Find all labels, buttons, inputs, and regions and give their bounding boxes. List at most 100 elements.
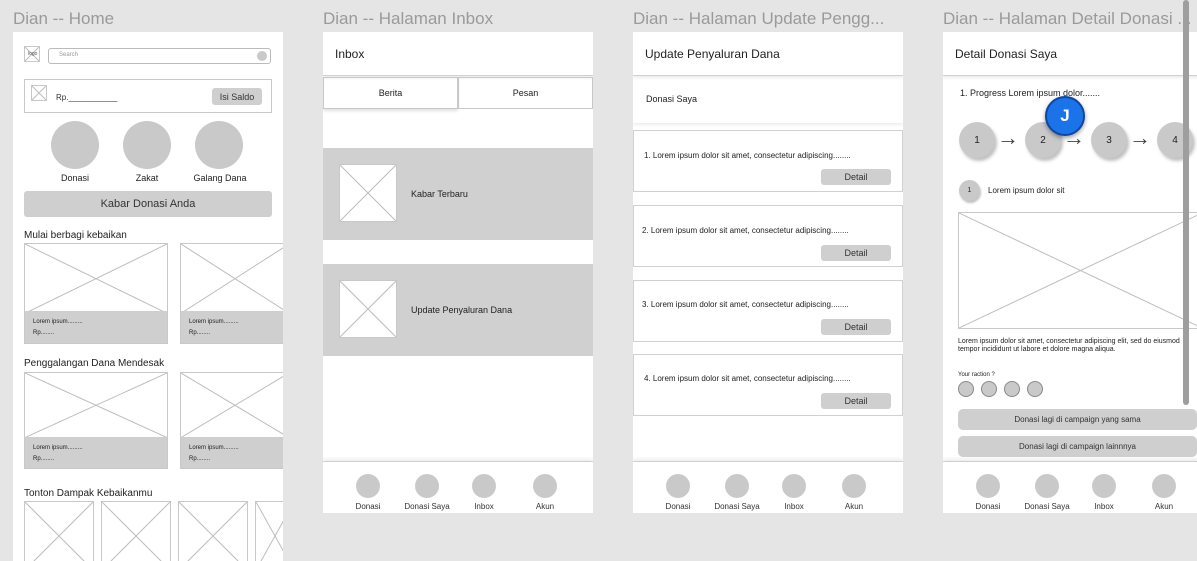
inbox-item-label: Update Penyaluran Dana <box>411 305 513 315</box>
wallet-icon <box>31 85 47 101</box>
progress-step-1: 1 <box>959 122 995 158</box>
nav-donasi-saya-icon <box>1035 474 1059 498</box>
nav-akun[interactable]: Akun <box>515 474 575 511</box>
user-avatar[interactable]: J <box>1045 96 1085 136</box>
news-button[interactable]: Kabar Donasi Anda <box>24 191 272 217</box>
nav-donasi-saya[interactable]: Donasi Saya <box>1017 474 1077 511</box>
nav-akun[interactable]: Akun <box>1134 474 1194 511</box>
bottom-nav: Donasi Donasi Saya Inbox Akun <box>323 461 593 513</box>
detail-button[interactable]: Detail <box>821 393 891 409</box>
video-thumbnail[interactable] <box>255 501 283 561</box>
bottom-nav: Donasi Donasi Saya Inbox Akun <box>943 461 1197 513</box>
nav-inbox[interactable]: Inbox <box>454 474 514 511</box>
video-thumbnail[interactable] <box>24 501 94 561</box>
category-label-zakat: Zakat <box>135 173 159 183</box>
nav-donasi[interactable]: Donasi <box>958 474 1018 511</box>
reaction-option[interactable] <box>1027 381 1043 397</box>
card-price: Rp........ <box>33 330 55 336</box>
nav-label: Donasi Saya <box>1024 502 1070 511</box>
inbox-item-kabar[interactable]: Kabar Terbaru <box>323 148 593 240</box>
reaction-label: Your raction ? <box>958 372 995 378</box>
nav-donasi[interactable]: Donasi <box>338 474 398 511</box>
nav-donasi-saya[interactable]: Donasi Saya <box>707 474 767 511</box>
nav-donasi-saya-icon <box>415 474 439 498</box>
progress-title: 1. Progress Lorem ipsum dolor....... <box>960 88 1101 98</box>
logo-placeholder: logo <box>24 46 40 62</box>
inbox-item-update[interactable]: Update Penyaluran Dana <box>323 264 593 356</box>
search-input[interactable]: Search <box>48 48 271 64</box>
bottom-nav: Donasi Donasi Saya Inbox Akun <box>633 461 903 513</box>
video-thumbnail[interactable] <box>178 501 248 561</box>
video-thumbnail[interactable] <box>101 501 171 561</box>
image-placeholder <box>958 212 1197 329</box>
card-price: Rp........ <box>189 456 211 462</box>
update-subheader: Donasi Saya <box>633 81 903 123</box>
nav-akun[interactable]: Akun <box>824 474 884 511</box>
update-header: Update Penyaluran Dana <box>633 32 903 76</box>
canvas-scrollbar[interactable] <box>1183 0 1189 405</box>
reaction-option[interactable] <box>1004 381 1020 397</box>
update-item: 2. Lorem ipsum dolor sit amet, consectet… <box>633 205 903 267</box>
detail-button[interactable]: Detail <box>821 169 891 185</box>
nav-inbox-icon <box>782 474 806 498</box>
nav-inbox[interactable]: Inbox <box>764 474 824 511</box>
update-item-text: 2. Lorem ipsum dolor sit amet, consectet… <box>642 226 849 235</box>
frame-home: logo Search Rp.___________ Isi Saldo Don… <box>13 32 283 561</box>
category-galang-icon[interactable] <box>195 121 243 169</box>
search-icon[interactable] <box>257 51 267 61</box>
detail-button[interactable]: Detail <box>821 245 891 261</box>
frame-update: Update Penyaluran Dana Donasi Saya 1. Lo… <box>633 32 903 513</box>
nav-label: Akun <box>1154 502 1174 511</box>
nav-label: Akun <box>844 502 864 511</box>
nav-inbox[interactable]: Inbox <box>1074 474 1134 511</box>
progress-step-3: 3 <box>1091 122 1127 158</box>
arrow-right-icon: → <box>997 125 1019 150</box>
tab-berita[interactable]: Berita <box>323 77 458 109</box>
campaign-card[interactable]: Lorem ipsum......... Rp........ <box>24 243 168 344</box>
thumbnail-placeholder <box>339 164 397 222</box>
tab-pesan[interactable]: Pesan <box>458 77 593 109</box>
nav-donasi-saya-icon <box>725 474 749 498</box>
nav-donasi-icon <box>976 474 1000 498</box>
nav-donasi-saya[interactable]: Donasi Saya <box>397 474 457 511</box>
nav-label: Akun <box>535 502 555 511</box>
card-title: Lorem ipsum......... <box>189 445 239 451</box>
category-label-donasi: Donasi <box>60 173 89 183</box>
campaign-card[interactable]: Lorem ipsum......... Rp........ <box>24 372 168 469</box>
inbox-item-label: Kabar Terbaru <box>411 189 468 199</box>
search-placeholder: Search <box>59 52 79 58</box>
update-item-text: 4. Lorem ipsum dolor sit amet, consectet… <box>644 374 851 383</box>
card-title: Lorem ipsum......... <box>33 445 83 451</box>
update-item-text: 1. Lorem ipsum dolor sit amet, consectet… <box>644 151 851 160</box>
category-label-galang: Galang Dana <box>193 173 247 183</box>
logo-text: logo <box>28 51 38 57</box>
frame-inbox: Inbox Berita Pesan Kabar Terbaru Update … <box>323 32 593 513</box>
category-donasi-icon[interactable] <box>51 121 99 169</box>
category-zakat-icon[interactable] <box>123 121 171 169</box>
nav-label: Donasi <box>355 502 381 511</box>
nav-donasi-icon <box>356 474 380 498</box>
nav-inbox-icon <box>1092 474 1116 498</box>
detail-header: Detail Donasi Saya <box>943 32 1197 76</box>
nav-label: Donasi Saya <box>714 502 760 511</box>
detail-button[interactable]: Detail <box>821 319 891 335</box>
nav-donasi[interactable]: Donasi <box>648 474 708 511</box>
campaign-card[interactable]: Lorem ipsum......... Rp........ <box>180 243 283 344</box>
reaction-option[interactable] <box>981 381 997 397</box>
nav-label: Inbox <box>474 502 494 511</box>
donate-other-campaign-button[interactable]: Donasi lagi di campaign lainnnya <box>958 436 1197 457</box>
nav-label: Inbox <box>784 502 804 511</box>
card-title: Lorem ipsum......... <box>189 319 239 325</box>
frame-title-update: Dian -- Halaman Update Pengg... <box>633 9 885 28</box>
frame-title-inbox: Dian -- Halaman Inbox <box>323 9 494 28</box>
inbox-header: Inbox <box>323 32 593 76</box>
step-number-badge: 1 <box>959 180 980 201</box>
update-item: 1. Lorem ipsum dolor sit amet, consectet… <box>633 130 903 192</box>
campaign-card[interactable]: Lorem ipsum......... Rp........ <box>180 372 283 469</box>
nav-inbox-icon <box>472 474 496 498</box>
reaction-option[interactable] <box>958 381 974 397</box>
donate-same-campaign-button[interactable]: Donasi lagi di campaign yang sama <box>958 409 1197 430</box>
card-price: Rp........ <box>189 330 211 336</box>
topup-button[interactable]: Isi Saldo <box>212 88 262 105</box>
card-title: Lorem ipsum......... <box>33 319 83 325</box>
